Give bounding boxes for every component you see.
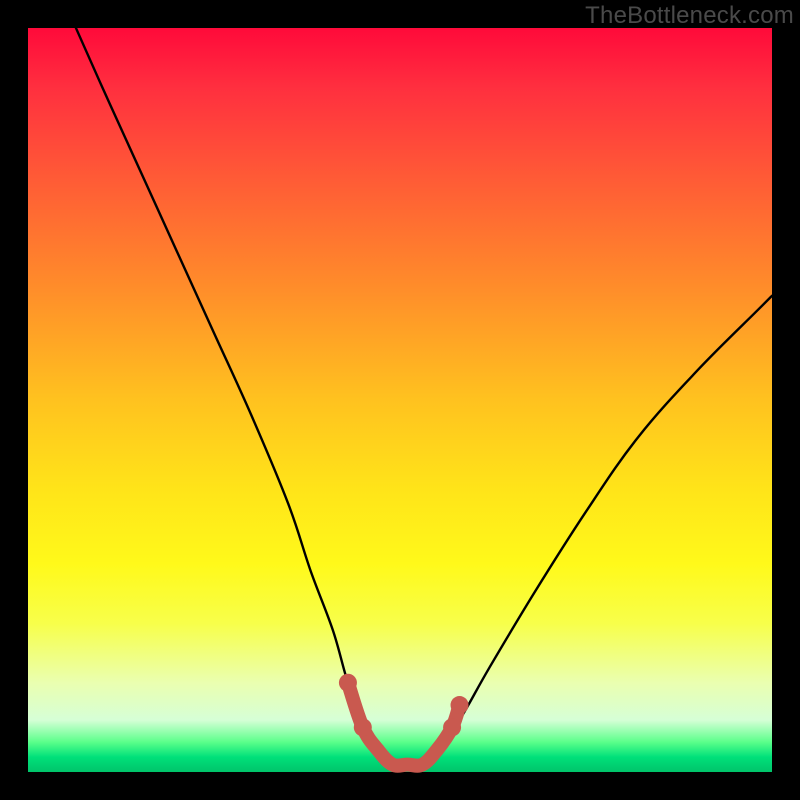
optimal-zone-markers xyxy=(339,674,469,766)
optimal-zone-dot xyxy=(451,696,469,714)
bottleneck-curve xyxy=(73,21,772,766)
optimal-zone-dot xyxy=(443,718,461,736)
watermark-text: TheBottleneck.com xyxy=(585,2,794,30)
chart-plot-area xyxy=(28,28,772,772)
optimal-zone-dot xyxy=(354,718,372,736)
optimal-zone-dot xyxy=(339,674,357,692)
chart-svg xyxy=(28,28,772,772)
